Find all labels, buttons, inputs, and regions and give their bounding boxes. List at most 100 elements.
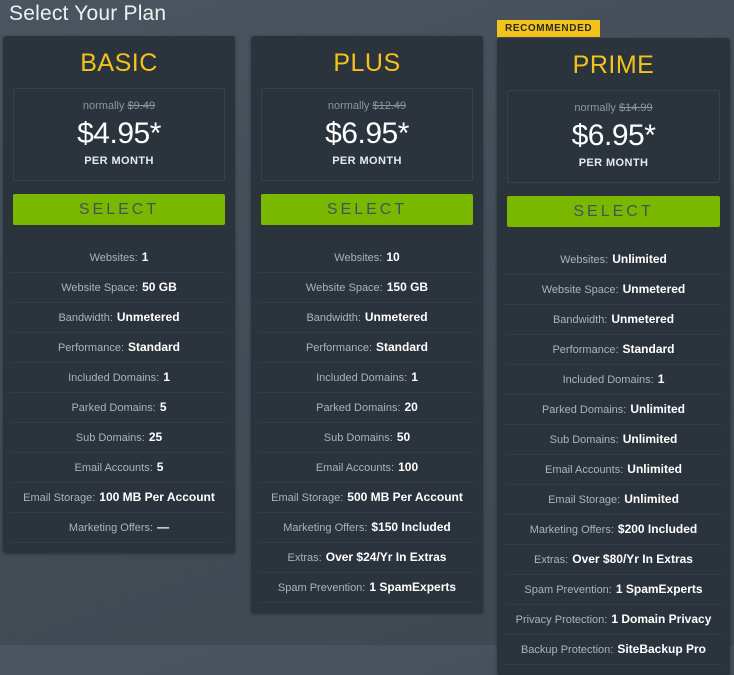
feature-row: Sub Domains: 25 bbox=[11, 422, 227, 452]
price-box: normally $12.49 $6.95* PER MONTH bbox=[261, 88, 473, 181]
feature-value: $150 Included bbox=[371, 520, 451, 534]
feature-row: Sub Domains: 50 bbox=[259, 422, 475, 452]
feature-row: Email Storage: Unlimited bbox=[505, 484, 722, 514]
feature-row: Performance: Standard bbox=[11, 332, 227, 362]
current-price: $4.95* bbox=[77, 117, 161, 150]
feature-row: Websites: Unlimited bbox=[505, 245, 722, 274]
feature-value: Unmetered bbox=[611, 312, 675, 326]
feature-label: Website Space: bbox=[61, 282, 139, 294]
feature-list: Websites: 10 Website Space: 150 GB Bandwidth… bbox=[259, 243, 475, 603]
feature-label: Sub Domains: bbox=[75, 432, 145, 444]
feature-row: Website Space: 50 GB bbox=[11, 272, 227, 302]
feature-value: 25 bbox=[148, 430, 163, 444]
feature-label: Privacy Protection: bbox=[515, 614, 608, 626]
per-month-label: PER MONTH bbox=[332, 155, 402, 167]
feature-value: Standard bbox=[128, 340, 181, 354]
feature-label: Website Space: bbox=[541, 284, 619, 296]
feature-label: Included Domains: bbox=[562, 374, 654, 386]
plan-name: BASIC bbox=[80, 49, 158, 77]
feature-row: Spam Prevention: 1 SpamExperts bbox=[505, 574, 722, 604]
feature-row: Bandwidth: Unmetered bbox=[11, 302, 227, 332]
feature-label: Performance: bbox=[305, 342, 372, 354]
original-price-line: normally $12.49 bbox=[262, 99, 472, 113]
feature-value: 1 bbox=[163, 370, 170, 384]
feature-row: Extras: Over $80/Yr In Extras bbox=[505, 544, 722, 574]
feature-value: 100 bbox=[398, 460, 419, 474]
feature-label: Performance: bbox=[552, 344, 619, 356]
feature-value: — bbox=[157, 520, 170, 534]
plan-card-plus: PLUS normally $12.49 $6.95* PER MONTH SELECT… bbox=[251, 36, 483, 613]
original-price-line: normally $9.49 bbox=[14, 99, 224, 113]
feature-label: Email Storage: bbox=[23, 492, 96, 504]
feature-label: Websites: bbox=[89, 252, 138, 264]
feature-row: Performance: Standard bbox=[505, 334, 722, 364]
feature-value: Unlimited bbox=[624, 492, 679, 506]
plan-card-prime: PRIME normally $14.99 $6.95* PER MONTH SELEC… bbox=[497, 38, 730, 675]
feature-row: Bandwidth: Unmetered bbox=[259, 302, 475, 332]
feature-row: Email Storage: 500 MB Per Account bbox=[259, 482, 475, 512]
original-price-line: normally $14.99 bbox=[508, 101, 719, 115]
plan-name: PLUS bbox=[333, 49, 401, 77]
original-price: $14.99 bbox=[618, 102, 653, 114]
feature-row: Bandwidth: Unmetered bbox=[505, 304, 722, 334]
feature-row: Email Accounts: 5 bbox=[11, 452, 227, 482]
select-button-prime[interactable]: SELECT bbox=[507, 196, 720, 227]
feature-row: Privacy Protection: 1 Domain Privacy bbox=[505, 604, 722, 634]
feature-row: Included Domains: 1 bbox=[11, 362, 227, 392]
feature-value: Unmetered bbox=[364, 310, 428, 324]
feature-row: Spam Prevention: 1 SpamExperts bbox=[259, 572, 475, 603]
feature-label: Email Accounts: bbox=[315, 462, 395, 474]
feature-row: Websites: 1 bbox=[11, 243, 227, 272]
per-month-label: PER MONTH bbox=[84, 155, 154, 167]
feature-row: Included Domains: 1 bbox=[505, 364, 722, 394]
feature-row: Marketing Offers: $200 Included bbox=[505, 514, 722, 544]
feature-value: Over $24/Yr In Extras bbox=[325, 550, 447, 564]
feature-label: Spam Prevention: bbox=[524, 584, 612, 596]
feature-row: Parked Domains: 20 bbox=[259, 392, 475, 422]
feature-label: Bandwidth: bbox=[306, 312, 361, 324]
feature-label: Marketing Offers: bbox=[283, 522, 368, 534]
feature-value: 1 Domain Privacy bbox=[611, 612, 712, 626]
feature-label: Backup Protection: bbox=[520, 644, 614, 656]
feature-list: Websites: Unlimited Website Space: Unmetere… bbox=[505, 245, 722, 665]
feature-value: 1 bbox=[411, 370, 418, 384]
feature-label: Extras: bbox=[534, 554, 569, 566]
feature-label: Email Storage: bbox=[271, 492, 344, 504]
feature-row: Website Space: 150 GB bbox=[259, 272, 475, 302]
feature-row: Email Accounts: 100 bbox=[259, 452, 475, 482]
feature-label: Marketing Offers: bbox=[68, 522, 154, 534]
feature-label: Performance: bbox=[57, 342, 124, 354]
feature-row: Backup Protection: SiteBackup Pro bbox=[505, 634, 722, 665]
feature-value: 1 bbox=[141, 250, 149, 264]
select-button-basic[interactable]: SELECT bbox=[13, 194, 225, 225]
feature-label: Sub Domains: bbox=[549, 434, 619, 446]
feature-value: Standard bbox=[622, 342, 675, 356]
normally-label: normally bbox=[82, 100, 125, 112]
select-button-plus[interactable]: SELECT bbox=[261, 194, 473, 225]
feature-value: $200 Included bbox=[617, 522, 698, 536]
feature-value: 150 GB bbox=[386, 280, 429, 294]
feature-value: SiteBackup Pro bbox=[617, 642, 707, 656]
feature-label: Bandwidth: bbox=[58, 312, 113, 324]
normally-label: normally bbox=[574, 102, 616, 114]
feature-value: 1 bbox=[657, 372, 665, 386]
feature-row: Marketing Offers: — bbox=[11, 512, 227, 543]
feature-row: Email Accounts: Unlimited bbox=[505, 454, 722, 484]
feature-value: Unlimited bbox=[622, 432, 678, 446]
feature-value: Unlimited bbox=[627, 462, 682, 476]
recommended-badge: RECOMMENDED bbox=[497, 20, 601, 37]
feature-label: Email Storage: bbox=[548, 494, 621, 506]
original-price: $12.49 bbox=[372, 100, 407, 112]
plan-card-basic: BASIC normally $9.49 $4.95* PER MONTH SELECT… bbox=[3, 36, 235, 553]
feature-label: Parked Domains: bbox=[541, 404, 627, 416]
price-box: normally $9.49 $4.95* PER MONTH bbox=[13, 88, 225, 181]
feature-value: Standard bbox=[376, 340, 429, 354]
feature-label: Website Space: bbox=[305, 282, 383, 294]
feature-value: Unmetered bbox=[116, 310, 180, 324]
feature-label: Email Accounts: bbox=[74, 462, 153, 474]
feature-label: Parked Domains: bbox=[316, 402, 401, 414]
feature-label: Marketing Offers: bbox=[529, 524, 614, 536]
feature-label: Email Accounts: bbox=[545, 464, 624, 476]
current-price: $6.95* bbox=[325, 117, 409, 150]
feature-row: Performance: Standard bbox=[259, 332, 475, 362]
